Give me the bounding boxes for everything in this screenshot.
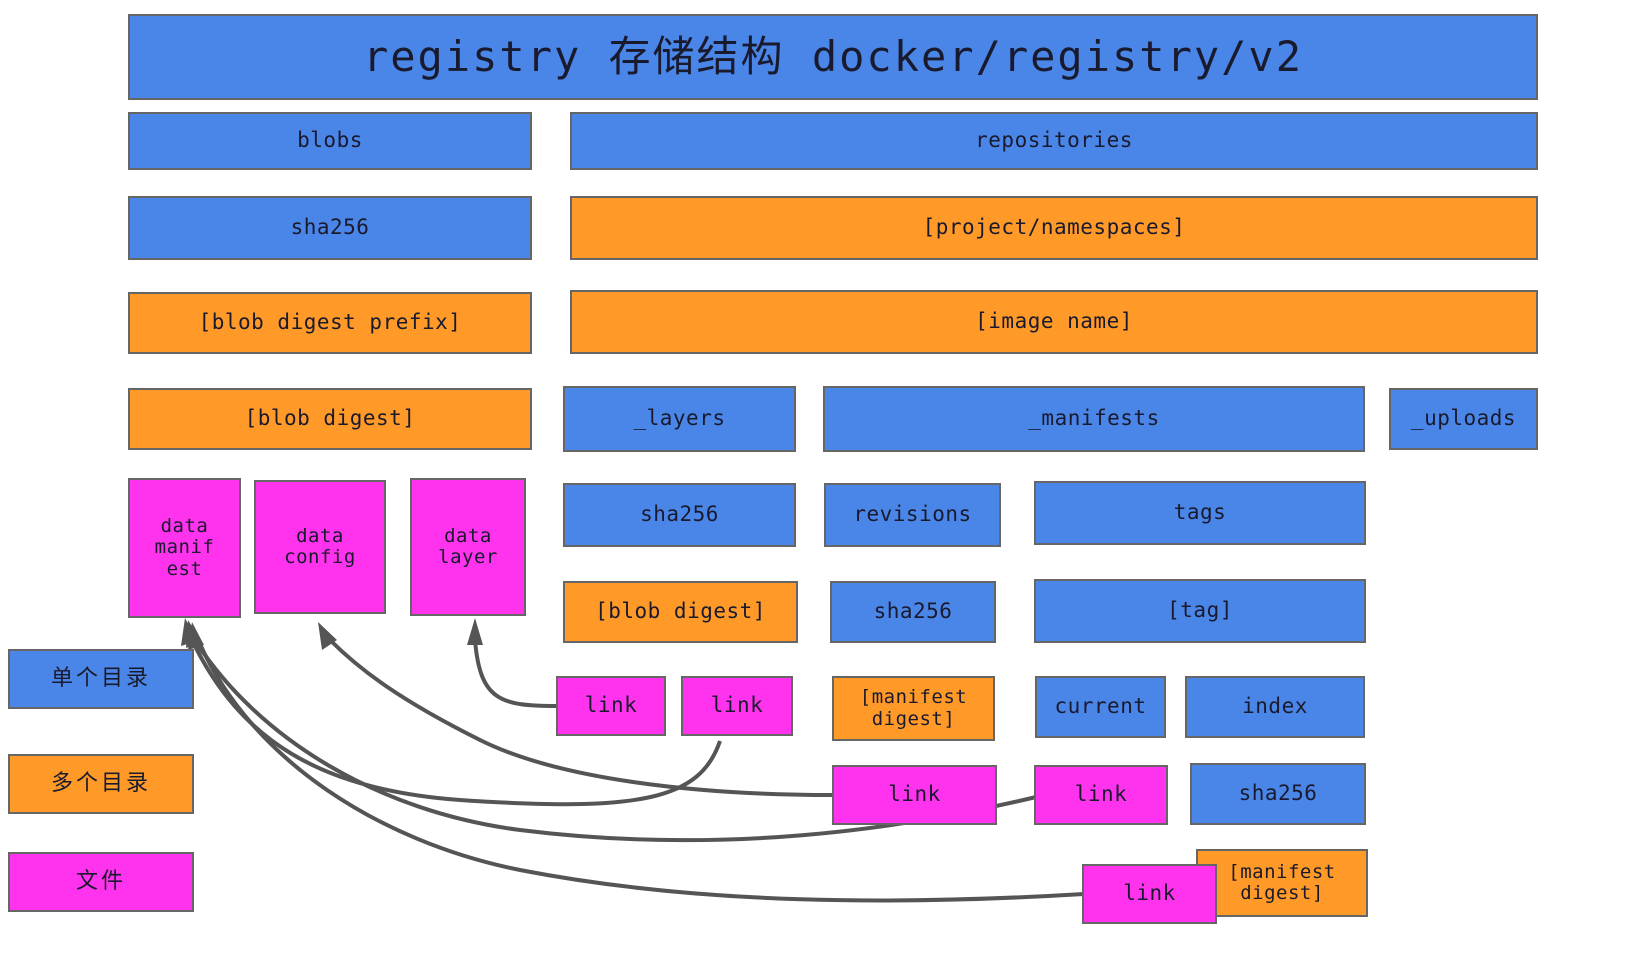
legend-item-file: 文件 — [8, 852, 194, 912]
node-layers[interactable]: _layers — [563, 386, 796, 452]
node-data-layer[interactable]: data layer — [410, 478, 526, 616]
node-project-namespaces[interactable]: [project/namespaces] — [570, 196, 1538, 260]
node-blob-digest-prefix[interactable]: [blob digest prefix] — [128, 292, 532, 354]
node-link-index[interactable]: link — [1082, 864, 1217, 924]
legend-item-single-directory: 单个目录 — [8, 649, 194, 709]
node-image-name[interactable]: [image name] — [570, 290, 1538, 354]
diagram-canvas: registry 存储结构 docker/registry/v2 blobs r… — [0, 0, 1638, 976]
node-index-sha256[interactable]: sha256 — [1190, 763, 1366, 825]
node-blobs[interactable]: blobs — [128, 112, 532, 170]
node-data-config[interactable]: data config — [254, 480, 386, 614]
node-blobs-sha256[interactable]: sha256 — [128, 196, 532, 260]
node-link-layers-1[interactable]: link — [556, 676, 666, 736]
node-index-manifest-digest[interactable]: [manifest digest] — [1196, 849, 1368, 917]
node-link-layers-2[interactable]: link — [681, 676, 793, 736]
node-data-manifest[interactable]: data manif est — [128, 478, 241, 618]
node-link-current[interactable]: link — [1034, 765, 1168, 825]
node-layers-blob-digest[interactable]: [blob digest] — [563, 581, 798, 643]
node-revisions-sha256[interactable]: sha256 — [830, 581, 996, 643]
node-revisions-manifest-digest[interactable]: [manifest digest] — [832, 676, 995, 741]
node-tag[interactable]: [tag] — [1034, 579, 1366, 643]
node-index[interactable]: index — [1185, 676, 1365, 738]
node-tags[interactable]: tags — [1034, 481, 1366, 545]
node-uploads[interactable]: _uploads — [1389, 388, 1538, 450]
node-blob-digest[interactable]: [blob digest] — [128, 388, 532, 450]
legend-item-multiple-directories: 多个目录 — [8, 754, 194, 814]
node-current[interactable]: current — [1035, 676, 1166, 738]
node-repositories[interactable]: repositories — [570, 112, 1538, 170]
node-layers-sha256[interactable]: sha256 — [563, 483, 796, 547]
node-revisions[interactable]: revisions — [824, 483, 1001, 547]
node-manifests[interactable]: _manifests — [823, 386, 1365, 452]
node-link-revisions[interactable]: link — [832, 765, 997, 825]
diagram-title: registry 存储结构 docker/registry/v2 — [128, 14, 1538, 100]
